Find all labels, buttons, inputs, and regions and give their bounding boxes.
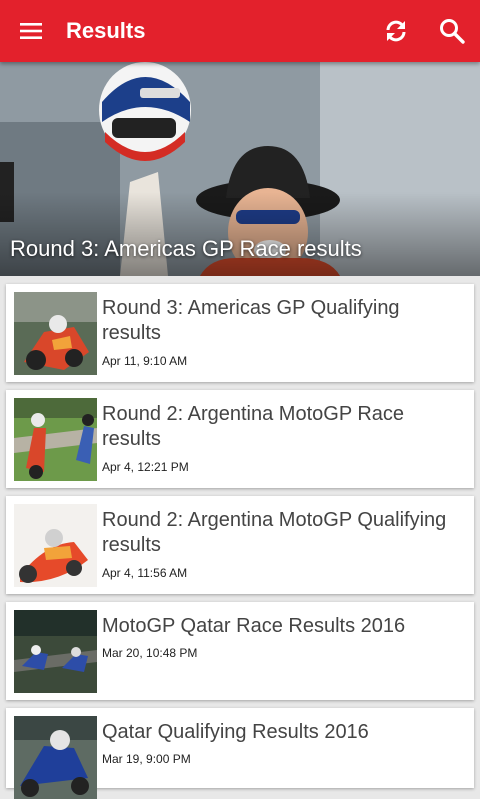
- refresh-button[interactable]: [368, 0, 424, 62]
- list-item-date: Mar 20, 10:48 PM: [102, 646, 198, 660]
- list-item-title: Qatar Qualifying Results 2016: [102, 721, 369, 743]
- hero-gradient: [0, 192, 480, 276]
- list-item-title: Round 3: Americas GP Qualifying results: [102, 297, 400, 344]
- hero-caption[interactable]: Round 3: Americas GP Race results: [10, 236, 362, 262]
- refresh-icon: [386, 20, 406, 42]
- page-title: Results: [66, 18, 146, 43]
- list-item-date: Apr 11, 9:10 AM: [102, 354, 188, 368]
- menu-button[interactable]: [0, 0, 62, 62]
- list-item-date: Apr 4, 11:56 AM: [102, 566, 188, 580]
- app-bar: Results: [0, 0, 480, 62]
- list-item-date: Mar 19, 9:00 PM: [102, 752, 191, 766]
- list-item-date: Apr 4, 12:21 PM: [102, 460, 189, 474]
- list-item[interactable]: Round 3: Americas GP Qualifying results …: [6, 284, 474, 382]
- list-item-title: Round 2: Argentina MotoGP Race results: [102, 403, 405, 450]
- list-item-title: Round 2: Argentina MotoGP Qualifying res…: [102, 509, 447, 556]
- list-item[interactable]: Round 2: Argentina MotoGP Qualifying res…: [6, 496, 474, 594]
- list-item-title: MotoGP Qatar Race Results 2016: [102, 615, 406, 637]
- list-item-thumbnail: [14, 504, 97, 587]
- list-item-thumbnail: [14, 610, 97, 693]
- list-item[interactable]: Qatar Qualifying Results 2016 Mar 19, 9:…: [6, 708, 474, 799]
- search-button[interactable]: [424, 0, 480, 62]
- search-icon: [440, 19, 465, 44]
- list-item-thumbnail: [14, 292, 97, 375]
- list-item[interactable]: MotoGP Qatar Race Results 2016 Mar 20, 1…: [6, 602, 474, 700]
- list-item-thumbnail: [14, 398, 97, 481]
- list-item[interactable]: Round 2: Argentina MotoGP Race results A…: [6, 390, 474, 488]
- list-item-thumbnail: [14, 716, 97, 799]
- menu-icon: [20, 23, 42, 39]
